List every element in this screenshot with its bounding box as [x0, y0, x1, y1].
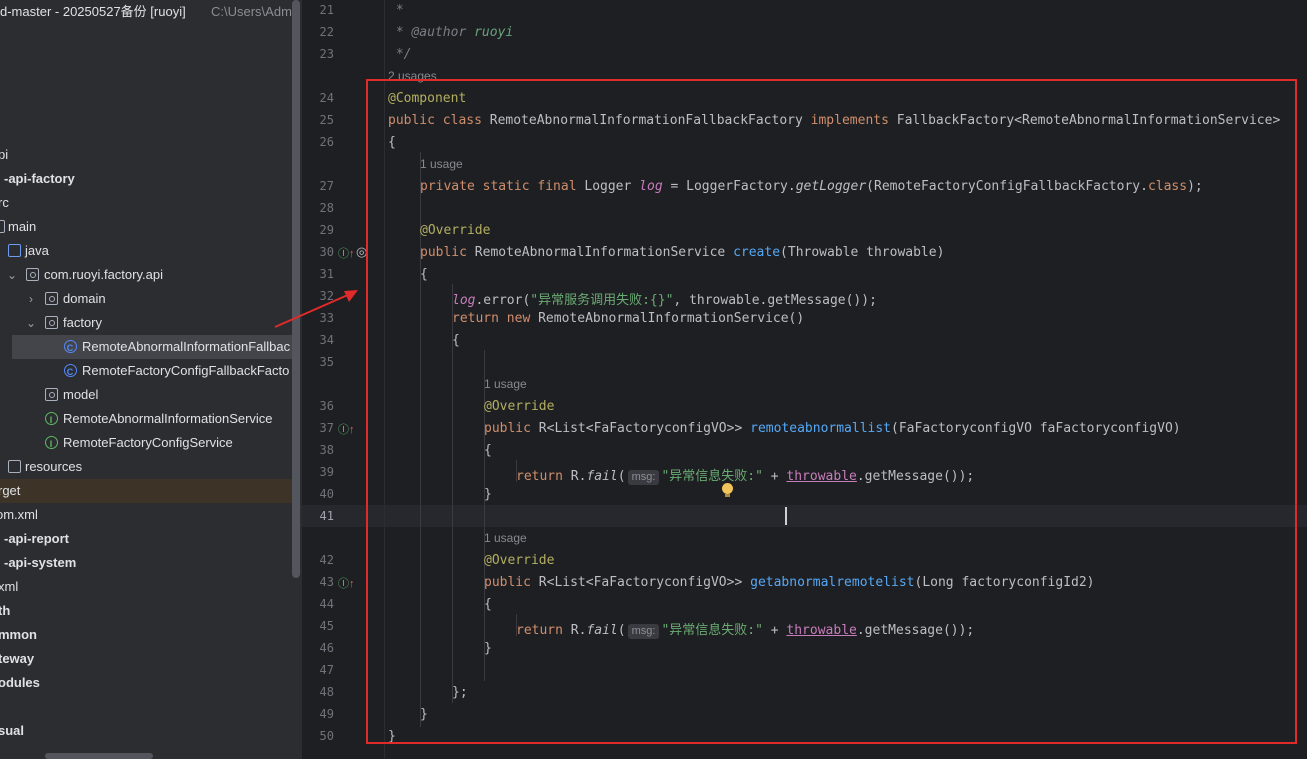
tree-vertical-scrollbar[interactable]: [292, 0, 300, 578]
tree-horizontal-scrollbar[interactable]: [45, 753, 153, 759]
line-number: 33: [319, 311, 334, 325]
line-number: 26: [319, 135, 334, 149]
line-number: 37: [319, 421, 334, 435]
line-number: 50: [319, 729, 334, 743]
chevron-down-icon[interactable]: ⌄: [7, 263, 17, 287]
line-number: 27: [319, 179, 334, 193]
line-number-current: 41: [319, 509, 334, 523]
line-number: 34: [319, 333, 334, 347]
tree-item-pi[interactable]: pi: [0, 143, 292, 167]
line-number: 30: [319, 245, 334, 259]
line-number: 21: [319, 3, 334, 17]
project-tree-panel: d-master - 20250527备份 [ruoyi] C:\Users\A…: [0, 0, 302, 759]
line-number: 49: [319, 707, 334, 721]
tree-item-auth[interactable]: th: [0, 599, 292, 623]
implements-method-icon[interactable]: Ⓘ↑: [338, 421, 355, 437]
line-number: 25: [319, 113, 334, 127]
tree-item-config-fallback[interactable]: RemoteFactoryConfigFallbackFacto: [0, 359, 292, 384]
source-folder-icon: [8, 244, 21, 257]
package-icon: [45, 388, 58, 401]
line-number: 28: [319, 201, 334, 215]
line-number: 47: [319, 663, 334, 677]
line-number: 42: [319, 553, 334, 567]
tree-item-api-factory[interactable]: -api-factory: [0, 167, 292, 191]
implements-method-icon[interactable]: Ⓘ↑: [338, 575, 355, 591]
tree-item-package-api[interactable]: ⌄ com.ruoyi.factory.api: [0, 263, 292, 287]
line-number: 48: [319, 685, 334, 699]
package-icon: [26, 268, 39, 281]
line-number: 35: [319, 355, 334, 369]
tree-item-domain[interactable]: › domain: [0, 287, 292, 311]
chevron-down-icon[interactable]: ⌄: [26, 311, 36, 335]
resources-folder-icon: [8, 460, 21, 473]
line-number: 24: [319, 91, 334, 105]
line-number: 29: [319, 223, 334, 237]
package-icon: [45, 292, 58, 305]
line-number: 38: [319, 443, 334, 457]
line-number: 44: [319, 597, 334, 611]
tree-item-src[interactable]: rc: [0, 191, 292, 215]
tree-item-pom[interactable]: om.xml: [0, 503, 292, 527]
tree-item-abnormal-service[interactable]: RemoteAbnormalInformationService: [0, 407, 292, 432]
line-number: 45: [319, 619, 334, 633]
chevron-right-icon[interactable]: ›: [26, 287, 36, 311]
line-number: 46: [319, 641, 334, 655]
tree-item-factory[interactable]: ⌄ factory: [0, 311, 292, 335]
project-path: C:\Users\Admi: [211, 4, 295, 19]
implements-method-icon[interactable]: Ⓘ↑: [338, 245, 355, 261]
line-number: 22: [319, 25, 334, 39]
folder-icon: [0, 220, 5, 233]
annotation-highlight-box: [366, 79, 1297, 744]
class-icon: [64, 360, 77, 384]
project-title: d-master - 20250527备份 [ruoyi]: [0, 4, 186, 19]
line-number: 23: [319, 47, 334, 61]
code-line-22: * @author ruoyi: [388, 25, 514, 40]
tree-item-fallback-factory-selected[interactable]: RemoteAbnormalInformationFallbac: [12, 335, 292, 360]
tree-item-resources[interactable]: resources: [0, 455, 292, 479]
interface-icon: [45, 432, 58, 456]
code-line-21: *: [388, 3, 404, 18]
tree-item-java[interactable]: java: [0, 239, 292, 263]
tree-item-config-service[interactable]: RemoteFactoryConfigService: [0, 431, 292, 456]
tree-item-model[interactable]: model: [0, 383, 292, 407]
tree-item-main[interactable]: main: [0, 215, 292, 239]
line-number: 39: [319, 465, 334, 479]
package-icon: [45, 316, 58, 329]
line-number: 43: [319, 575, 334, 589]
line-number: 31: [319, 267, 334, 281]
tree-item-gateway[interactable]: teway: [0, 647, 292, 671]
tree-item-xml[interactable]: xml: [0, 575, 292, 599]
line-number: 40: [319, 487, 334, 501]
line-number: 36: [319, 399, 334, 413]
tree-item-target[interactable]: rget: [0, 479, 292, 503]
line-number: 32: [319, 289, 334, 303]
tree-item-visual[interactable]: sual: [0, 719, 292, 743]
project-title-row: d-master - 20250527备份 [ruoyi] C:\Users\A…: [0, 0, 295, 24]
interface-icon: [45, 408, 58, 432]
tree-item-common[interactable]: mmon: [0, 623, 292, 647]
tree-item-modules[interactable]: odules: [0, 671, 292, 695]
tree-item-api-report[interactable]: -api-report: [0, 527, 292, 551]
code-line-23: */: [388, 47, 412, 62]
class-icon: [64, 336, 77, 360]
tree-item-api-system[interactable]: -api-system: [0, 551, 292, 575]
